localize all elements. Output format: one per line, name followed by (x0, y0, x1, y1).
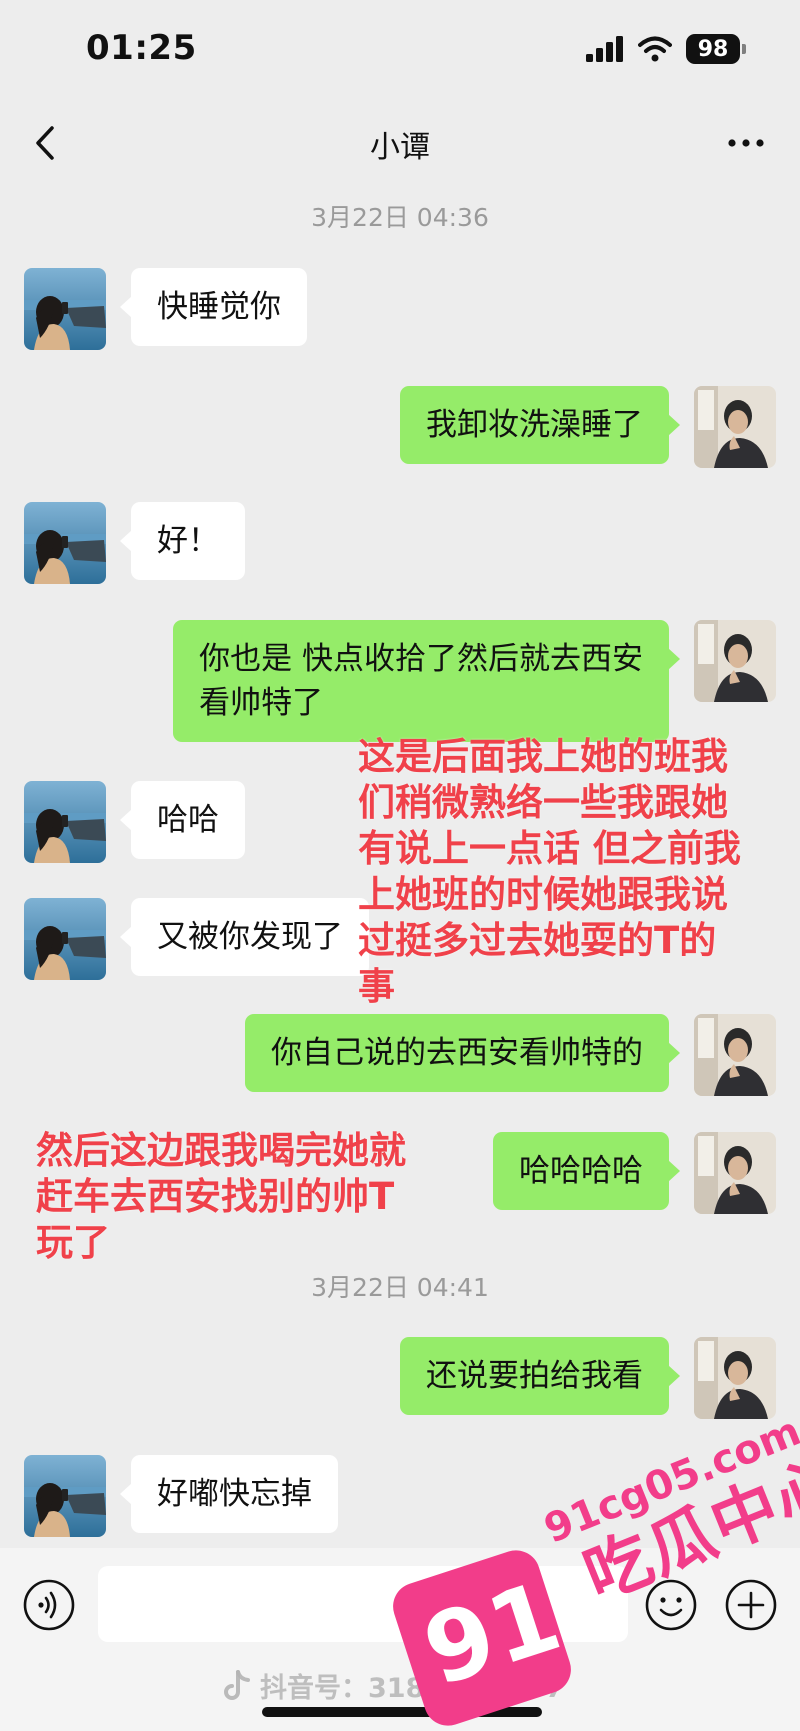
self-avatar[interactable] (694, 1014, 776, 1096)
annotation-overlay: 然后这边跟我喝完她就 赶车去西安找别的帅T 玩了 (36, 1128, 406, 1266)
status-time: 01:25 (86, 28, 197, 68)
battery-level: 98 (686, 34, 740, 64)
signal-icon (586, 36, 623, 62)
annotation-line: 过挺多过去她耍的T的 (358, 919, 717, 962)
self-avatar[interactable] (694, 1132, 776, 1214)
annotation-line: 有说上一点话 但之前我 (358, 827, 741, 870)
battery-indicator: 98 (686, 34, 746, 64)
message-bubble-outgoing[interactable]: 还说要拍给我看 (400, 1337, 680, 1415)
message-bubble-outgoing[interactable]: 你自己说的去西安看帅特的 (245, 1014, 680, 1092)
self-avatar[interactable] (694, 1337, 776, 1419)
battery-nub (742, 44, 746, 54)
site-watermark-logo: 91 91cg05.com 吃瓜中心 (386, 1408, 800, 1731)
message-bubble-outgoing[interactable]: 你也是 快点收拾了然后就去西安 看帅特了 (173, 620, 680, 742)
more-dots-icon[interactable] (722, 120, 770, 166)
self-avatar[interactable] (694, 620, 776, 702)
contact-avatar[interactable] (24, 898, 106, 980)
message-bubble-incoming[interactable]: 好嘟快忘掉 (120, 1455, 338, 1533)
contact-avatar[interactable] (24, 781, 106, 863)
message-bubble-incoming[interactable]: 快睡觉你 (120, 268, 307, 346)
self-avatar[interactable] (694, 386, 776, 468)
contact-avatar[interactable] (24, 268, 106, 350)
message-line: 你也是 快点收拾了然后就去西安 (199, 641, 643, 677)
wifi-icon (638, 36, 672, 62)
timestamp: 3月22日 04:36 (311, 203, 489, 232)
timestamp: 3月22日 04:41 (311, 1273, 489, 1302)
annotation-line: 然后这边跟我喝完她就 (36, 1129, 406, 1172)
annotation-line: 事 (358, 965, 395, 1008)
message-bubble-outgoing[interactable]: 哈哈哈哈 (493, 1132, 680, 1210)
message-line: 看帅特了 (199, 685, 324, 721)
message-bubble-outgoing[interactable]: 我卸妆洗澡睡了 (400, 386, 680, 464)
message-bubble-incoming[interactable]: 又被你发现了 (120, 898, 369, 976)
annotation-line: 玩了 (36, 1221, 110, 1264)
message-bubble-incoming[interactable]: 好！ (120, 502, 245, 580)
douyin-logo-icon (224, 1669, 250, 1700)
chat-title: 小谭 (370, 130, 430, 165)
status-bar: 01:25 98 (0, 0, 800, 110)
annotation-line: 上她班的时候她跟我说 (358, 873, 728, 916)
message-bubble-incoming[interactable]: 哈哈 (120, 781, 245, 859)
annotation-line: 这是后面我上她的班我 (358, 735, 728, 778)
contact-avatar[interactable] (24, 1455, 106, 1537)
annotation-overlay: 这是后面我上她的班我 们稍微熟络一些我跟她 有说上一点话 但之前我 上她班的时候… (358, 734, 741, 1010)
voice-icon[interactable] (22, 1578, 76, 1632)
chat-header: 小谭 (0, 110, 800, 176)
annotation-line: 赶车去西安找别的帅T (36, 1175, 395, 1218)
status-icons: 98 (586, 34, 746, 64)
annotation-line: 们稍微熟络一些我跟她 (358, 781, 728, 824)
contact-avatar[interactable] (24, 502, 106, 584)
